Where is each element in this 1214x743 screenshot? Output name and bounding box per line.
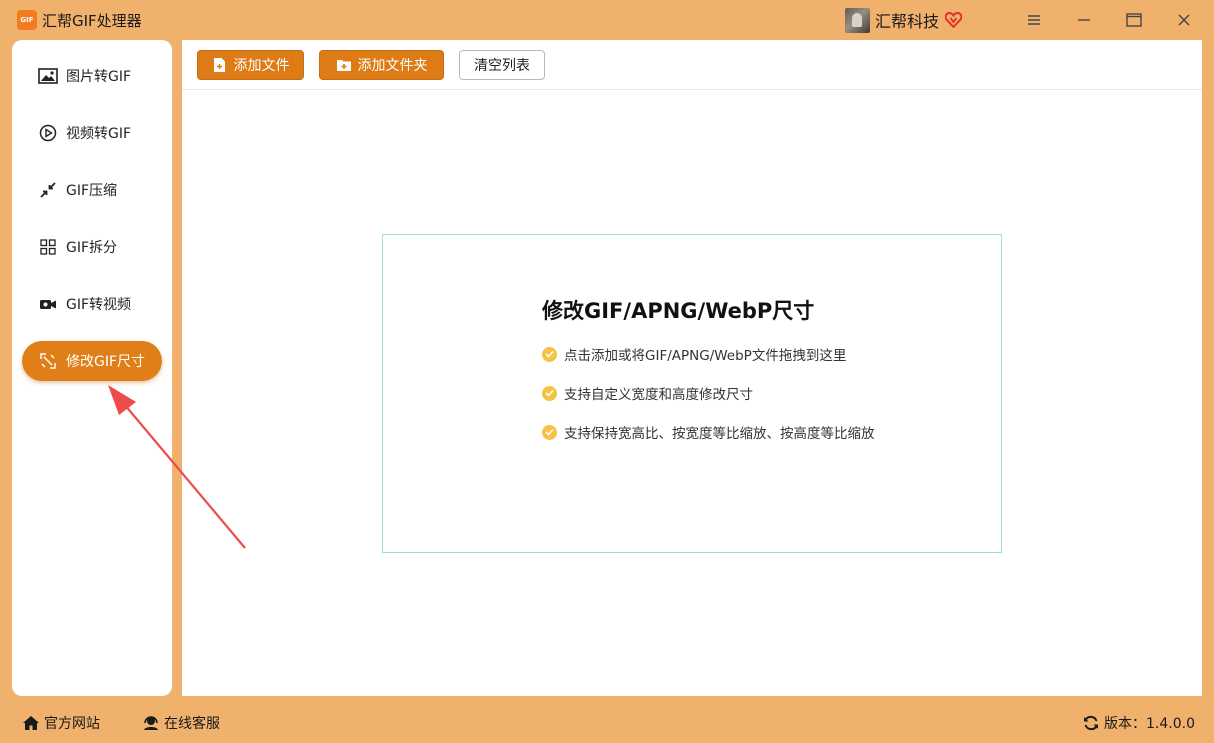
title-bar: GIF 汇帮GIF处理器 汇帮科技 — [0, 0, 1214, 40]
maximize-icon[interactable] — [1119, 5, 1149, 35]
sidebar-item-resize-gif[interactable]: 修改GIF尺寸 — [22, 341, 162, 381]
online-support-link[interactable]: 在线客服 — [142, 713, 220, 733]
user-account[interactable]: 汇帮科技 — [845, 7, 963, 33]
file-add-icon — [212, 57, 228, 73]
add-folder-button[interactable]: 添加文件夹 — [319, 50, 444, 80]
headset-icon — [142, 714, 160, 732]
clear-list-label: 清空列表 — [474, 58, 530, 74]
close-icon[interactable] — [1169, 5, 1199, 35]
feature-text: 支持自定义宽度和高度修改尺寸 — [564, 387, 753, 403]
add-file-label: 添加文件 — [233, 58, 290, 74]
app-logo-text: GIF — [20, 16, 34, 24]
file-drop-zone[interactable]: 修改GIF/APNG/WebP尺寸 点击添加或将GIF/APNG/WebP文件拖… — [382, 234, 1002, 553]
check-icon — [542, 424, 557, 440]
home-icon — [22, 714, 40, 732]
sidebar-item-label: 视频转GIF — [66, 126, 132, 142]
video-camera-icon — [38, 294, 58, 314]
sidebar-item-gif-split[interactable]: GIF拆分 — [22, 227, 162, 267]
app-logo-icon: GIF — [17, 10, 37, 30]
toolbar: 添加文件 添加文件夹 清空列表 — [182, 40, 1202, 90]
feature-item: 支持保持宽高比、按宽度等比缩放、按高度等比缩放 — [542, 422, 875, 442]
official-website-link[interactable]: 官方网站 — [22, 713, 100, 733]
feature-item: 支持自定义宽度和高度修改尺寸 — [542, 383, 753, 403]
app-title: 汇帮GIF处理器 — [42, 12, 142, 30]
version-info[interactable]: 版本：1.4.0.0 — [1082, 713, 1195, 733]
sidebar-item-label: GIF转视频 — [66, 297, 132, 313]
feature-item: 点击添加或将GIF/APNG/WebP文件拖拽到这里 — [542, 344, 846, 364]
feature-text: 点击添加或将GIF/APNG/WebP文件拖拽到这里 — [564, 348, 847, 364]
image-icon — [38, 66, 58, 86]
resize-icon — [38, 351, 58, 371]
sidebar-item-label: 修改GIF尺寸 — [66, 354, 146, 370]
vip-heart-icon[interactable] — [945, 12, 963, 29]
add-folder-label: 添加文件夹 — [357, 58, 428, 74]
main-panel: 添加文件 添加文件夹 清空列表 修改GIF/APNG/WebP尺寸 点击添加或将… — [182, 40, 1202, 696]
status-bar: 官方网站 在线客服 版本：1.4.0.0 — [0, 703, 1214, 743]
play-circle-icon — [38, 123, 58, 143]
add-file-button[interactable]: 添加文件 — [197, 50, 304, 80]
feature-text: 支持保持宽高比、按宽度等比缩放、按高度等比缩放 — [564, 426, 875, 442]
official-website-label: 官方网站 — [44, 716, 100, 732]
sidebar-item-label: 图片转GIF — [66, 69, 132, 85]
sidebar-item-label: GIF压缩 — [66, 183, 118, 199]
sidebar-item-label: GIF拆分 — [66, 240, 118, 256]
folder-add-icon — [336, 57, 352, 73]
sidebar: 图片转GIF 视频转GIF GIF压缩 GIF拆分 GIF转视频 修改GIF尺寸 — [12, 40, 172, 696]
sidebar-item-gif-to-video[interactable]: GIF转视频 — [22, 284, 162, 324]
sidebar-item-gif-compress[interactable]: GIF压缩 — [22, 170, 162, 210]
sidebar-item-image-to-gif[interactable]: 图片转GIF — [22, 56, 162, 96]
check-icon — [542, 385, 557, 401]
avatar[interactable] — [845, 7, 870, 33]
clear-list-button[interactable]: 清空列表 — [459, 50, 545, 80]
online-support-label: 在线客服 — [164, 716, 220, 732]
sidebar-item-video-to-gif[interactable]: 视频转GIF — [22, 113, 162, 153]
compress-icon — [38, 180, 58, 200]
refresh-icon — [1082, 714, 1100, 732]
version-label: 版本：1.4.0.0 — [1104, 716, 1195, 732]
menu-icon[interactable] — [1019, 5, 1049, 35]
check-icon — [542, 346, 557, 362]
minimize-icon[interactable] — [1069, 5, 1099, 35]
user-name[interactable]: 汇帮科技 — [875, 8, 939, 32]
drop-zone-title: 修改GIF/APNG/WebP尺寸 — [542, 299, 815, 323]
split-icon — [38, 237, 58, 257]
